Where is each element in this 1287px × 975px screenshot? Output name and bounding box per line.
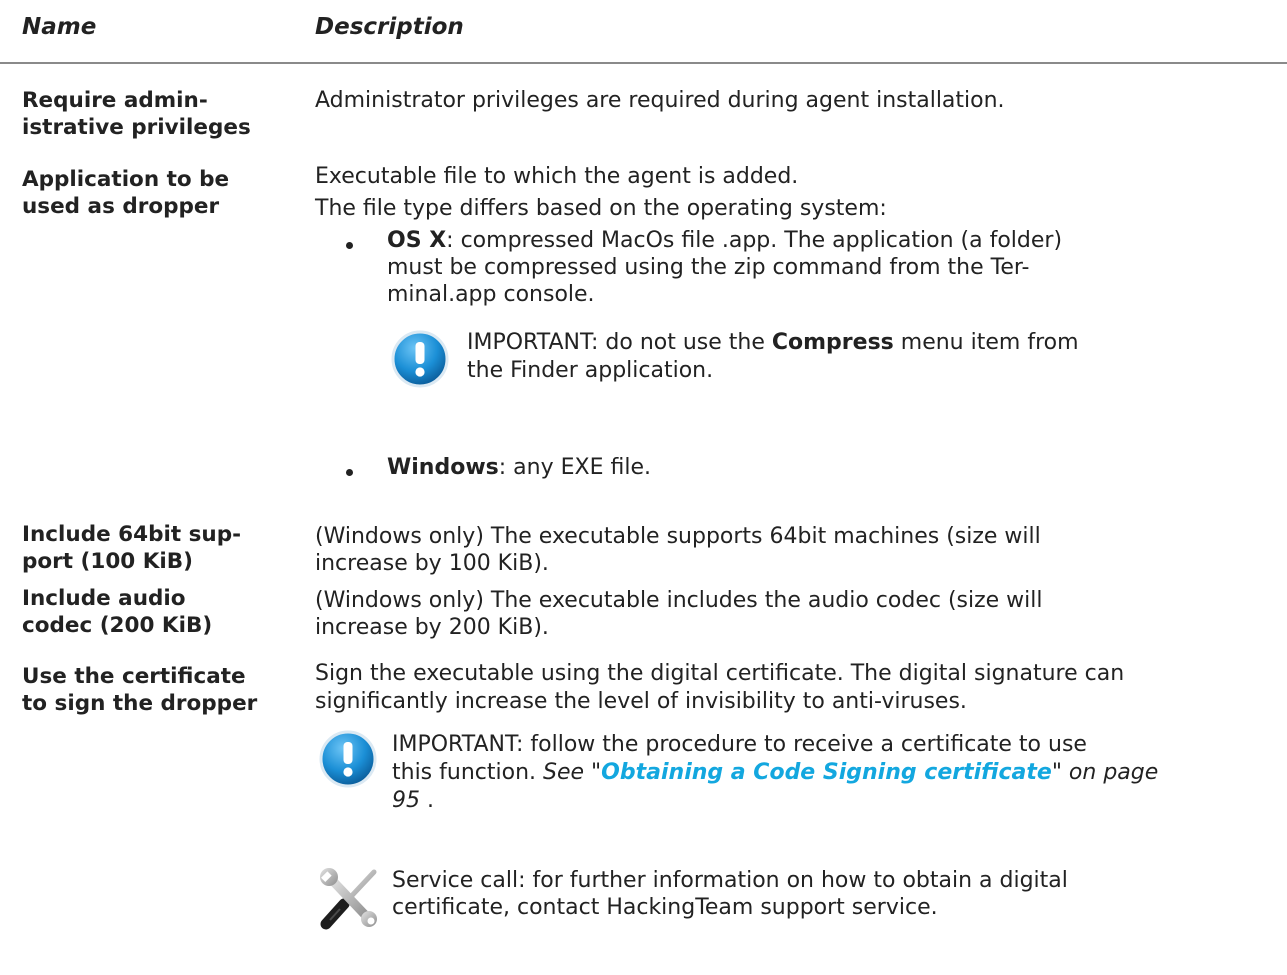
bullet-osx-text-rest: : compressed MacOs file .app. The applic… xyxy=(446,228,1063,253)
param-desc-require-admin: Administrator privileges are required du… xyxy=(315,88,1005,113)
param-desc-line: increase by 200 KiB). xyxy=(315,615,549,640)
note-line: IMPORTANT: follow the procedure to recei… xyxy=(392,732,1087,757)
param-desc-line: (Windows only) The executable supports 6… xyxy=(315,524,1041,549)
bullet-osx-text: OS X: compressed MacOs file .app. The ap… xyxy=(387,227,1062,254)
bullet-windows-text: Windows: any EXE file. xyxy=(387,454,651,481)
param-name-line: codec (200 KiB) xyxy=(22,613,213,638)
bullet-windows-text-rest: : any EXE file. xyxy=(498,455,651,480)
note-important-compress: IMPORTANT: do not use the Compress menu … xyxy=(467,329,1079,356)
note-bold: Compress xyxy=(771,330,894,355)
param-desc-line: The file type differs based on the opera… xyxy=(315,196,887,221)
param-name-line: istrative privileges xyxy=(22,115,251,140)
note-see-reference: this function. See "Obtaining a Code Sig… xyxy=(392,759,1158,786)
bullet-windows xyxy=(346,469,353,476)
see-label: See xyxy=(543,760,585,785)
on-page-label: on page xyxy=(1061,760,1159,785)
param-name-line: Require admin- xyxy=(22,88,208,113)
bullet-windows-label: Windows xyxy=(387,455,499,480)
header-divider xyxy=(0,62,1287,64)
column-header-name: Name xyxy=(22,14,97,40)
page-number: 95 xyxy=(392,788,420,813)
important-exclamation-icon xyxy=(319,730,377,788)
quote: " xyxy=(584,760,602,785)
note-line: the Finder application. xyxy=(467,358,714,383)
param-name-line: used as dropper xyxy=(22,194,220,219)
service-call-line: certificate, contact HackingTeam support… xyxy=(392,895,938,920)
wrench-screwdriver-icon xyxy=(320,868,377,930)
bullet-osx-line: must be compressed using the zip command… xyxy=(387,255,1030,280)
param-name-line: to sign the dropper xyxy=(22,691,258,716)
param-name-line: Include 64bit sup- xyxy=(22,522,242,547)
param-name-certificate: Use the certificate to sign the dropper xyxy=(22,663,272,717)
param-name-line: port (100 KiB) xyxy=(22,549,193,574)
bullet-osx xyxy=(346,242,353,249)
bullet-osx-line: minal.app console. xyxy=(387,282,595,307)
important-exclamation-icon xyxy=(391,330,449,388)
param-name-line: Include audio xyxy=(22,586,186,611)
param-desc-line: (Windows only) The executable includes t… xyxy=(315,588,1043,613)
param-name-line: Use the certificate xyxy=(22,664,246,689)
param-desc-line: Sign the executable using the digital ce… xyxy=(315,661,1125,686)
service-call-line: Service call: for further information on… xyxy=(392,868,1068,893)
page-reference: 95 . xyxy=(392,787,434,814)
note-text: IMPORTANT: do not use the xyxy=(467,330,772,355)
param-desc-line: increase by 100 KiB). xyxy=(315,551,549,576)
bullet-osx-label: OS X xyxy=(387,228,447,253)
note-text: this function. xyxy=(392,760,543,785)
code-signing-link[interactable]: Obtaining a Code Signing certificate xyxy=(601,760,1052,785)
column-header-description: Description xyxy=(315,14,464,40)
param-name-line: Application to be xyxy=(22,167,230,192)
param-desc-line: Executable file to which the agent is ad… xyxy=(315,164,799,189)
param-desc-line: significantly increase the level of invi… xyxy=(315,689,967,714)
param-name-application-dropper: Application to be used as dropper xyxy=(22,166,272,220)
param-name-require-admin: Require admin- istrative privileges xyxy=(22,87,272,141)
quote: " xyxy=(1051,760,1062,785)
note-text: menu item from xyxy=(893,330,1079,355)
param-name-audio-codec: Include audio codec (200 KiB) xyxy=(22,585,272,639)
note-text: . xyxy=(420,788,434,813)
param-name-64bit: Include 64bit sup- port (100 KiB) xyxy=(22,521,272,575)
